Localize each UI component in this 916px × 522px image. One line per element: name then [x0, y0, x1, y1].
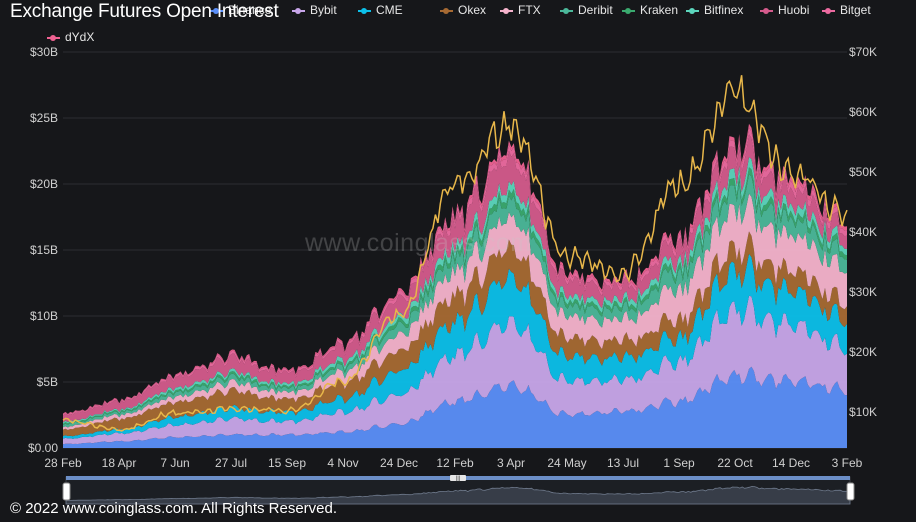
navigator-grip-label: |||	[456, 476, 461, 482]
legend-marker-icon	[440, 7, 453, 15]
navigator-left-handle[interactable]	[62, 482, 71, 501]
y-axis-right: $10K $20K $30K $40K $50K $60K $70K	[849, 45, 877, 419]
y-right-tick: $50K	[849, 165, 877, 179]
legend-marker-icon	[292, 7, 305, 15]
legend-marker-icon	[560, 7, 573, 15]
y-right-tick: $60K	[849, 105, 877, 119]
legend-label: Kraken	[640, 3, 679, 17]
legend-label: Deribit	[578, 3, 613, 17]
y-left-tick: $10B	[30, 309, 58, 323]
x-tick: 4 Nov	[327, 456, 358, 470]
legend-label: Huobi	[778, 3, 810, 17]
legend-item-ftx[interactable]: FTX	[500, 3, 541, 17]
legend-label: Bitget	[840, 3, 871, 17]
chart-title: Exchange Futures Open Interest	[10, 1, 279, 22]
legend-item-bitget[interactable]: Bitget	[822, 3, 871, 17]
legend-label: Bybit	[310, 3, 337, 17]
legend-item-kraken[interactable]: Kraken	[622, 3, 678, 17]
legend-marker-icon	[500, 7, 513, 15]
legend-label: Bitfinex	[704, 3, 744, 17]
legend-marker-icon	[822, 7, 835, 15]
x-tick: 15 Sep	[268, 456, 306, 470]
watermark: www.coinglass.com	[305, 229, 532, 257]
legend-marker-icon	[47, 34, 60, 42]
y-axis-left: $0.00 $5B $10B $15B $20B $25B $30B	[28, 45, 58, 455]
x-axis: 28 Feb 18 Apr 7 Jun 27 Jul 15 Sep 4 Nov 24 Dec…	[44, 456, 862, 470]
legend-label: Okex	[458, 3, 487, 17]
x-tick: 27 Jul	[215, 456, 247, 470]
y-left-tick: $25B	[30, 111, 58, 125]
legend-marker-icon	[358, 7, 371, 15]
y-left-tick: $0.00	[28, 441, 58, 455]
y-right-tick: $20K	[849, 345, 877, 359]
x-tick: 22 Oct	[717, 456, 753, 470]
legend-marker-icon	[686, 7, 699, 15]
open-interest-chart: $0.00 $5B $10B $15B $20B $25B $30B $10K $20K $30…	[28, 45, 877, 505]
x-tick: 14 Dec	[772, 456, 810, 470]
x-tick: 3 Feb	[832, 456, 863, 470]
y-left-tick: $5B	[37, 375, 58, 389]
copyright-footer: © 2022 www.coinglass.com. All Rights Res…	[10, 500, 338, 517]
x-tick: 7 Jun	[160, 456, 189, 470]
legend-item-cme[interactable]: CME	[358, 3, 403, 17]
y-right-tick: $40K	[849, 225, 877, 239]
x-tick: 18 Apr	[102, 456, 137, 470]
x-tick: 3 Apr	[497, 456, 525, 470]
legend-label: FTX	[518, 3, 541, 17]
legend-marker-icon	[622, 7, 635, 15]
x-tick: 24 Dec	[380, 456, 418, 470]
legend-label: CME	[376, 3, 403, 17]
y-left-tick: $30B	[30, 45, 58, 59]
navigator-right-handle[interactable]	[846, 482, 855, 501]
legend-item-dydx[interactable]: dYdX	[47, 30, 94, 44]
y-right-tick: $10K	[849, 405, 877, 419]
y-right-tick: $70K	[849, 45, 877, 59]
legend-item-huobi[interactable]: Huobi	[760, 3, 809, 17]
legend-item-bybit[interactable]: Bybit	[292, 3, 337, 17]
x-tick: 28 Feb	[44, 456, 82, 470]
x-tick: 24 May	[547, 456, 586, 470]
legend-marker-icon	[760, 7, 773, 15]
x-tick: 12 Feb	[436, 456, 474, 470]
x-tick: 1 Sep	[663, 456, 695, 470]
legend-item-okex[interactable]: Okex	[440, 3, 486, 17]
y-left-tick: $20B	[30, 177, 58, 191]
legend-item-deribit[interactable]: Deribit	[560, 3, 613, 17]
x-tick: 13 Jul	[607, 456, 639, 470]
legend-label: dYdX	[65, 30, 95, 44]
y-right-tick: $30K	[849, 285, 877, 299]
stacked-areas	[63, 123, 847, 448]
y-left-tick: $15B	[30, 243, 58, 257]
legend-item-bitfinex[interactable]: Bitfinex	[686, 3, 743, 17]
